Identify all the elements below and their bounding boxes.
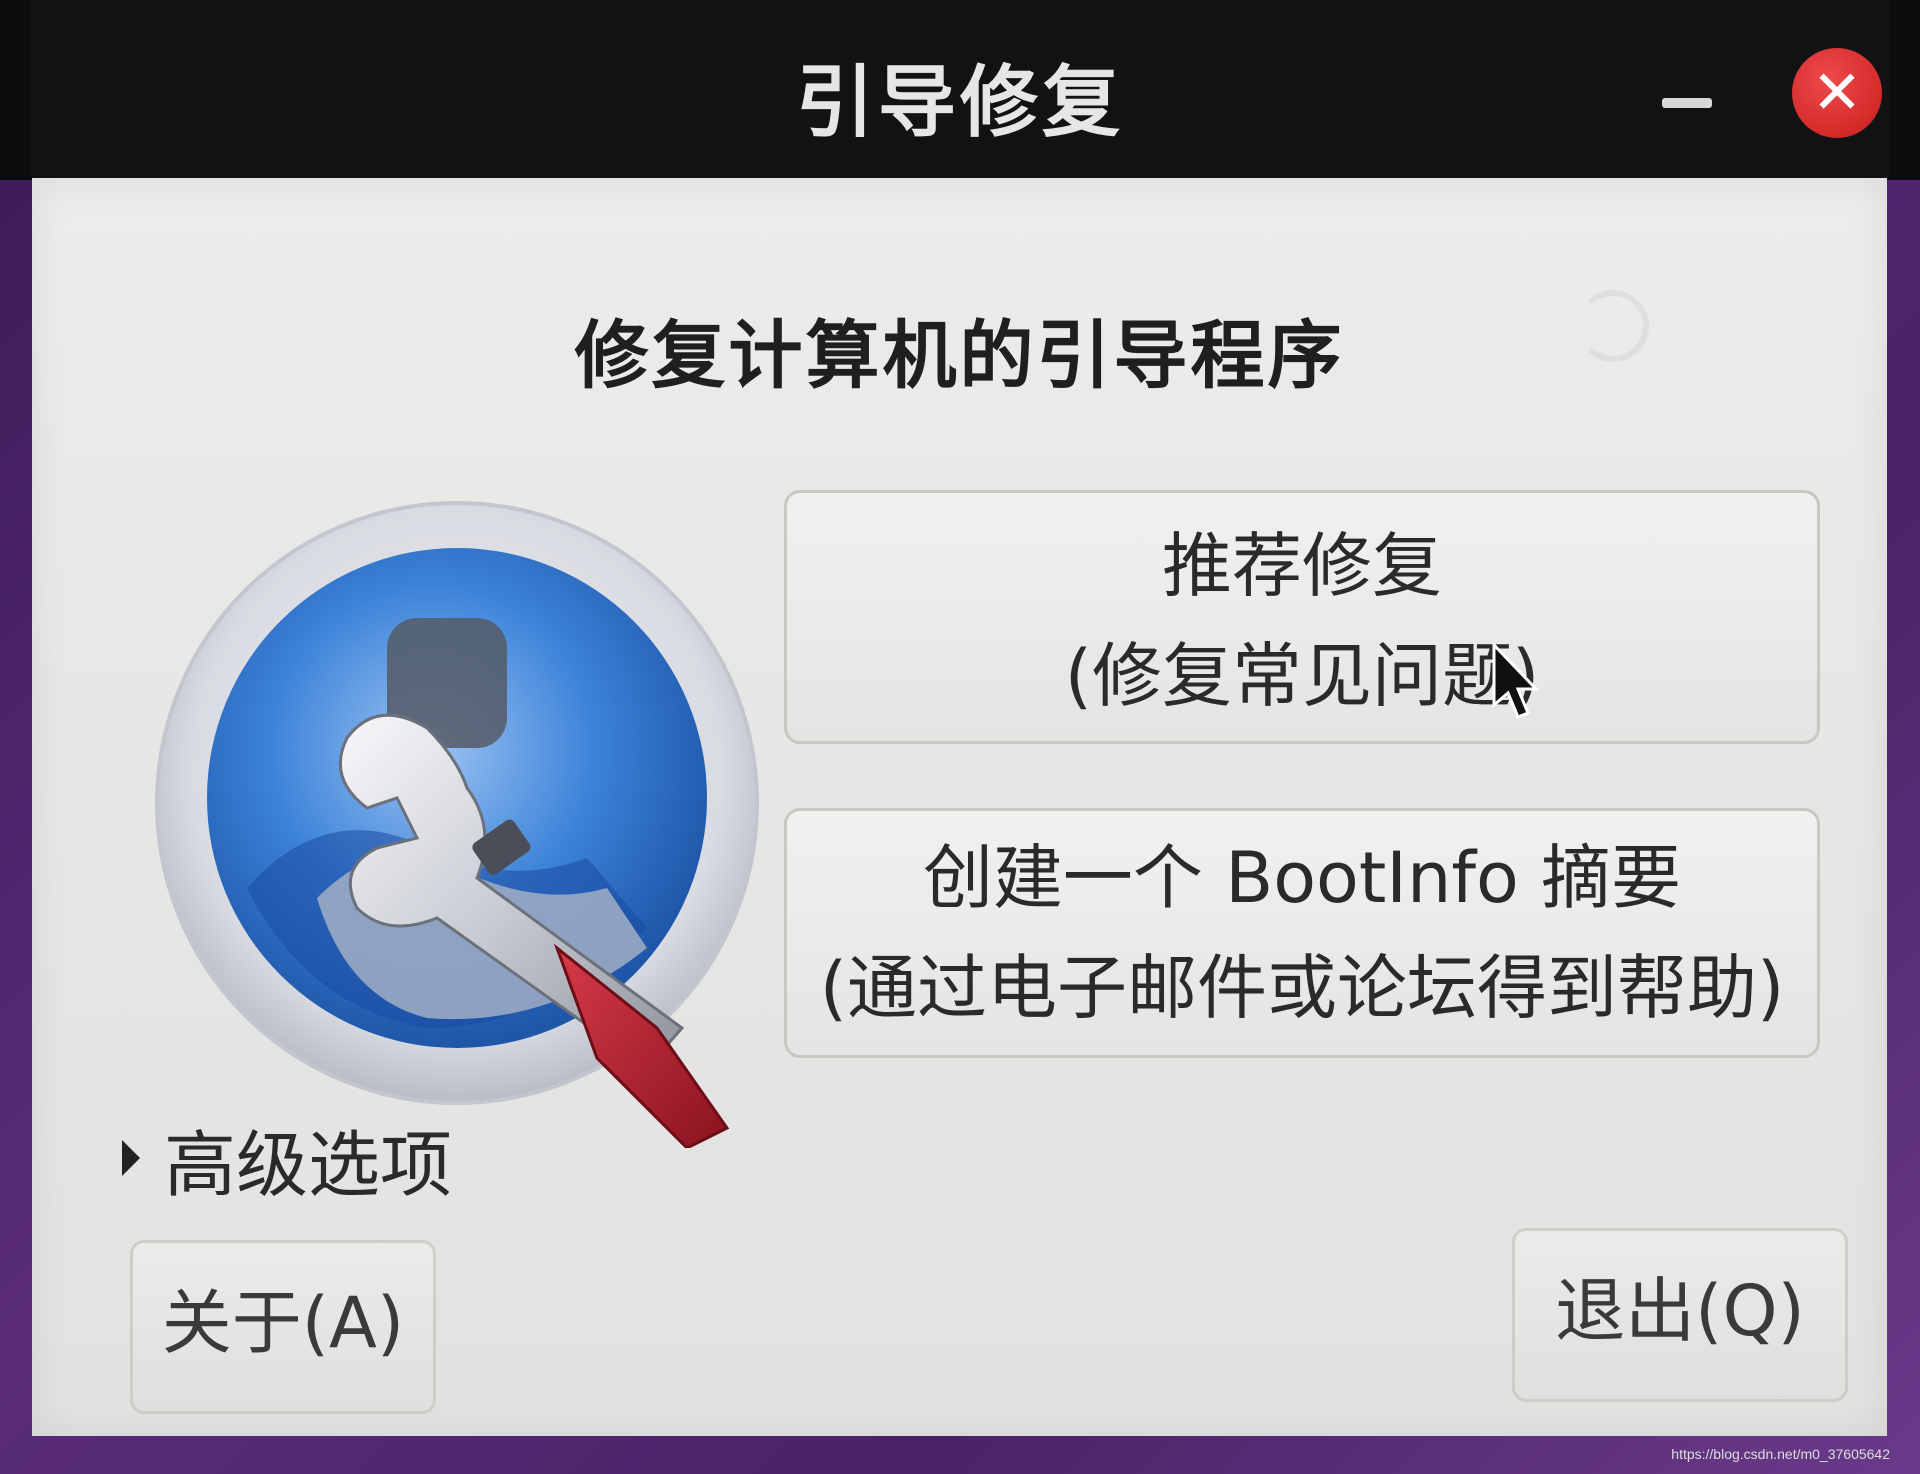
close-icon: ✕	[1811, 58, 1863, 128]
bootinfo-summary-title: 创建一个 BootInfo 摘要	[922, 837, 1682, 919]
boot-repair-dialog: 修复计算机的引导程序 推荐修复 (修复常见问题) 创建一个 BootInfo 摘…	[32, 178, 1887, 1436]
quit-button[interactable]: 退出(Q)	[1512, 1228, 1848, 1402]
spinner-icon	[1577, 290, 1649, 362]
expander-triangle-icon	[122, 1140, 140, 1176]
bootinfo-summary-subtitle: (通过电子邮件或论坛得到帮助)	[819, 947, 1785, 1029]
advanced-options-expander[interactable]: 高级选项	[122, 1108, 452, 1208]
minimize-icon	[1662, 98, 1712, 108]
close-button[interactable]: ✕	[1792, 48, 1882, 138]
window-title: 引导修复	[795, 58, 1124, 148]
advanced-options-label: 高级选项	[164, 1122, 453, 1207]
recommended-repair-subtitle: (修复常见问题)	[1064, 635, 1540, 717]
mouse-cursor-icon	[1492, 643, 1540, 719]
recommended-repair-button[interactable]: 推荐修复 (修复常见问题)	[784, 490, 1820, 744]
bootinfo-summary-button[interactable]: 创建一个 BootInfo 摘要 (通过电子邮件或论坛得到帮助)	[784, 808, 1820, 1058]
about-button[interactable]: 关于(A)	[130, 1240, 436, 1414]
watermark-text: https://blog.csdn.net/m0_37605642	[1671, 1446, 1890, 1462]
recommended-repair-title: 推荐修复	[1162, 525, 1442, 607]
wrench-disc-icon	[155, 501, 759, 1148]
minimize-button[interactable]	[1650, 60, 1730, 120]
window-titlebar[interactable]: 引导修复 ✕	[30, 0, 1890, 178]
